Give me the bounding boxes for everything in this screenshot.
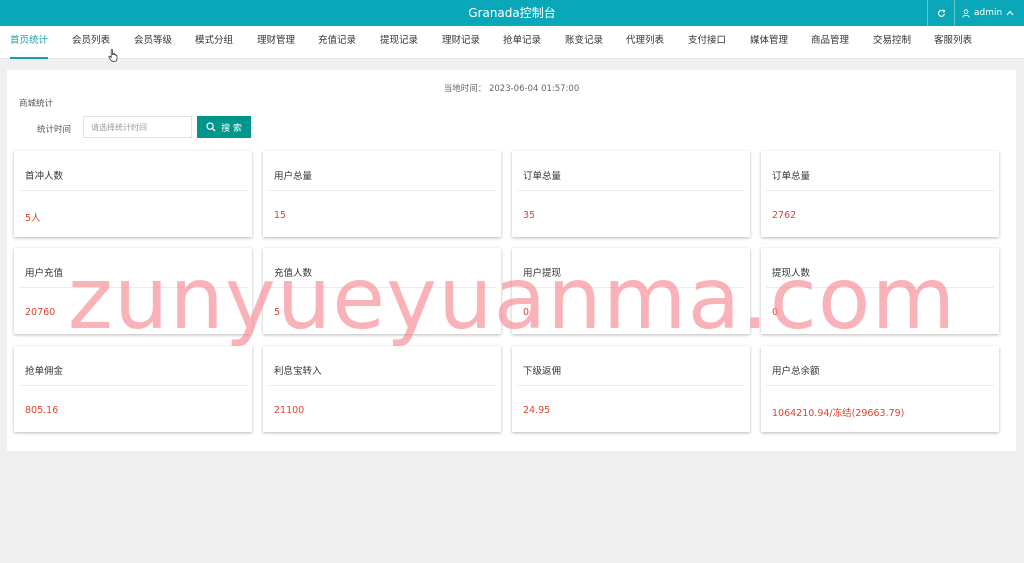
user-icon [962,8,970,18]
stat-value: 5 [274,307,281,318]
tab-recharge-records[interactable]: 充值记录 [318,26,356,59]
tab-home-stats[interactable]: 首页统计 [10,26,49,59]
tab-member-level[interactable]: 会员等级 [134,26,172,59]
stat-label: 用户提现 [523,268,562,279]
tab-agent-list[interactable]: 代理列表 [626,26,664,59]
stat-value: 21100 [274,405,305,416]
tab-withdraw-records[interactable]: 提现记录 [380,26,418,59]
stat-card-total-orders-2: 订单总量 2762 [761,151,999,237]
stat-label: 用户总量 [274,171,313,182]
search-icon [206,122,216,132]
tab-media-manage[interactable]: 媒体管理 [750,26,788,59]
stat-label: 订单总量 [772,171,811,182]
card-divider [268,385,496,386]
tab-grab-orders[interactable]: 抢单记录 [503,26,541,59]
stat-value: 805.16 [25,405,59,416]
stat-value: 35 [523,210,536,221]
stat-value: 24.95 [523,405,551,416]
stat-value: 0 [523,307,530,318]
card-divider [19,190,247,191]
search-button[interactable]: 搜 索 [197,116,251,138]
card-divider [517,190,745,191]
tab-finance-manage[interactable]: 理财管理 [257,26,295,59]
stat-value: 20760 [25,307,56,318]
card-divider [268,190,496,191]
tab-mode-group[interactable]: 模式分组 [195,26,233,59]
stat-label: 用户充值 [25,268,64,279]
card-divider [19,385,247,386]
card-divider [517,287,745,288]
stat-value: 2762 [772,210,797,221]
stat-card-total-users: 用户总量 15 [263,151,501,237]
user-name: admin [974,8,1003,18]
stat-value: 5人 [25,213,41,224]
stat-label: 提现人数 [772,268,811,279]
stat-card-interest-transfer-in: 利息宝转入 21100 [263,346,501,432]
filter-label: 统计时间 [37,125,72,135]
card-divider [19,287,247,288]
local-time: 当地时间： 2023-06-04 01:57:00 [7,82,1016,94]
card-divider [517,385,745,386]
tab-trade-control[interactable]: 交易控制 [873,26,911,59]
local-time-label: 当地时间： [443,84,487,94]
stat-value: 1064210.94/冻结(29663.79) [772,408,905,419]
stats-time-input[interactable] [83,116,192,138]
section-title: 商城统计 [19,99,54,109]
tab-finance-records[interactable]: 理财记录 [442,26,480,59]
stat-label: 首冲人数 [25,171,64,182]
stat-label: 充值人数 [274,268,313,279]
stat-card-withdraw-users: 提现人数 0 [761,248,999,334]
card-divider [268,287,496,288]
card-divider [766,385,994,386]
stat-label: 订单总量 [523,171,562,182]
stat-label: 利息宝转入 [274,366,322,377]
tab-product-manage[interactable]: 商品管理 [811,26,849,59]
stat-card-user-recharge: 用户充值 20760 [14,248,252,334]
local-time-value: 2023-06-04 01:57:00 [488,84,580,94]
stat-label: 用户总余额 [772,366,820,377]
card-divider [766,190,994,191]
nav-tabs: 首页统计 会员列表 会员等级 模式分组 理财管理 充值记录 提现记录 理财记录 … [0,26,1024,59]
card-divider [766,287,994,288]
stat-card-first-deposit-users: 首冲人数 5人 [14,151,252,237]
tab-member-list[interactable]: 会员列表 [72,26,110,59]
stat-value: 0 [772,307,779,318]
stat-card-user-withdraw: 用户提现 0 [512,248,750,334]
user-menu[interactable]: admin [962,0,1014,26]
stat-label: 下级返佣 [523,366,562,377]
tab-payment-interface[interactable]: 支付接口 [688,26,726,59]
stat-card-total-orders: 订单总量 35 [512,151,750,237]
top-bar: Granada控制台 admin [0,0,1024,26]
hand-cursor-icon [108,49,118,62]
stat-card-subordinate-rebate: 下级返佣 24.95 [512,346,750,432]
chevron-up-icon [1006,10,1014,16]
refresh-icon [937,8,945,17]
stat-card-recharge-users: 充值人数 5 [263,248,501,334]
stat-value: 15 [274,210,287,221]
search-label: 搜 索 [221,123,242,134]
stat-label: 抢单佣金 [25,366,64,377]
refresh-button[interactable] [927,0,955,26]
stat-card-total-balance: 用户总余额 1064210.94/冻结(29663.79) [761,346,999,432]
app-title: Granada控制台 [468,6,556,20]
stat-card-grab-commission: 抢单佣金 805.16 [14,346,252,432]
tab-account-changes[interactable]: 账变记录 [565,26,603,59]
tab-service-list[interactable]: 客服列表 [934,26,972,59]
